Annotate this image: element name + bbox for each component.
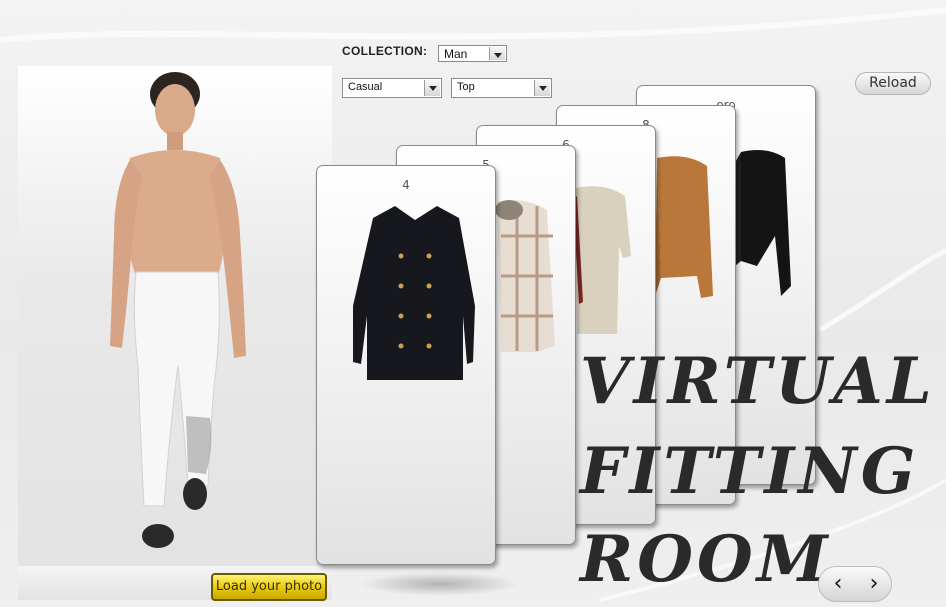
style-value: Casual (348, 81, 383, 93)
category-value: Top (457, 81, 475, 93)
garment-card[interactable]: 4 (316, 165, 496, 565)
chevron-down-icon[interactable] (489, 47, 505, 60)
style-select[interactable]: Casual (342, 78, 442, 98)
model-figure (110, 72, 246, 548)
collection-value: Man (444, 47, 468, 61)
card-shadow (360, 572, 520, 596)
collection-label: COLLECTION: (342, 44, 428, 58)
card-navigation: ‹ › (818, 566, 892, 602)
next-arrow-icon[interactable]: › (861, 571, 887, 597)
headline-line-1: VIRTUAL (580, 344, 936, 419)
reload-button[interactable]: Reload (855, 72, 931, 95)
prev-arrow-icon[interactable]: ‹ (825, 571, 851, 597)
headline-line-3: ROOM (580, 522, 832, 597)
category-select[interactable]: Top (451, 78, 552, 98)
load-photo-button[interactable]: Load your photo (211, 573, 327, 601)
model-preview-panel (18, 66, 332, 600)
headline-line-2: FITTING (580, 434, 920, 509)
black-peacoat-image (353, 206, 475, 380)
chevron-down-icon[interactable] (424, 80, 440, 96)
collection-select[interactable]: Man (438, 45, 507, 62)
chevron-down-icon[interactable] (534, 80, 550, 96)
